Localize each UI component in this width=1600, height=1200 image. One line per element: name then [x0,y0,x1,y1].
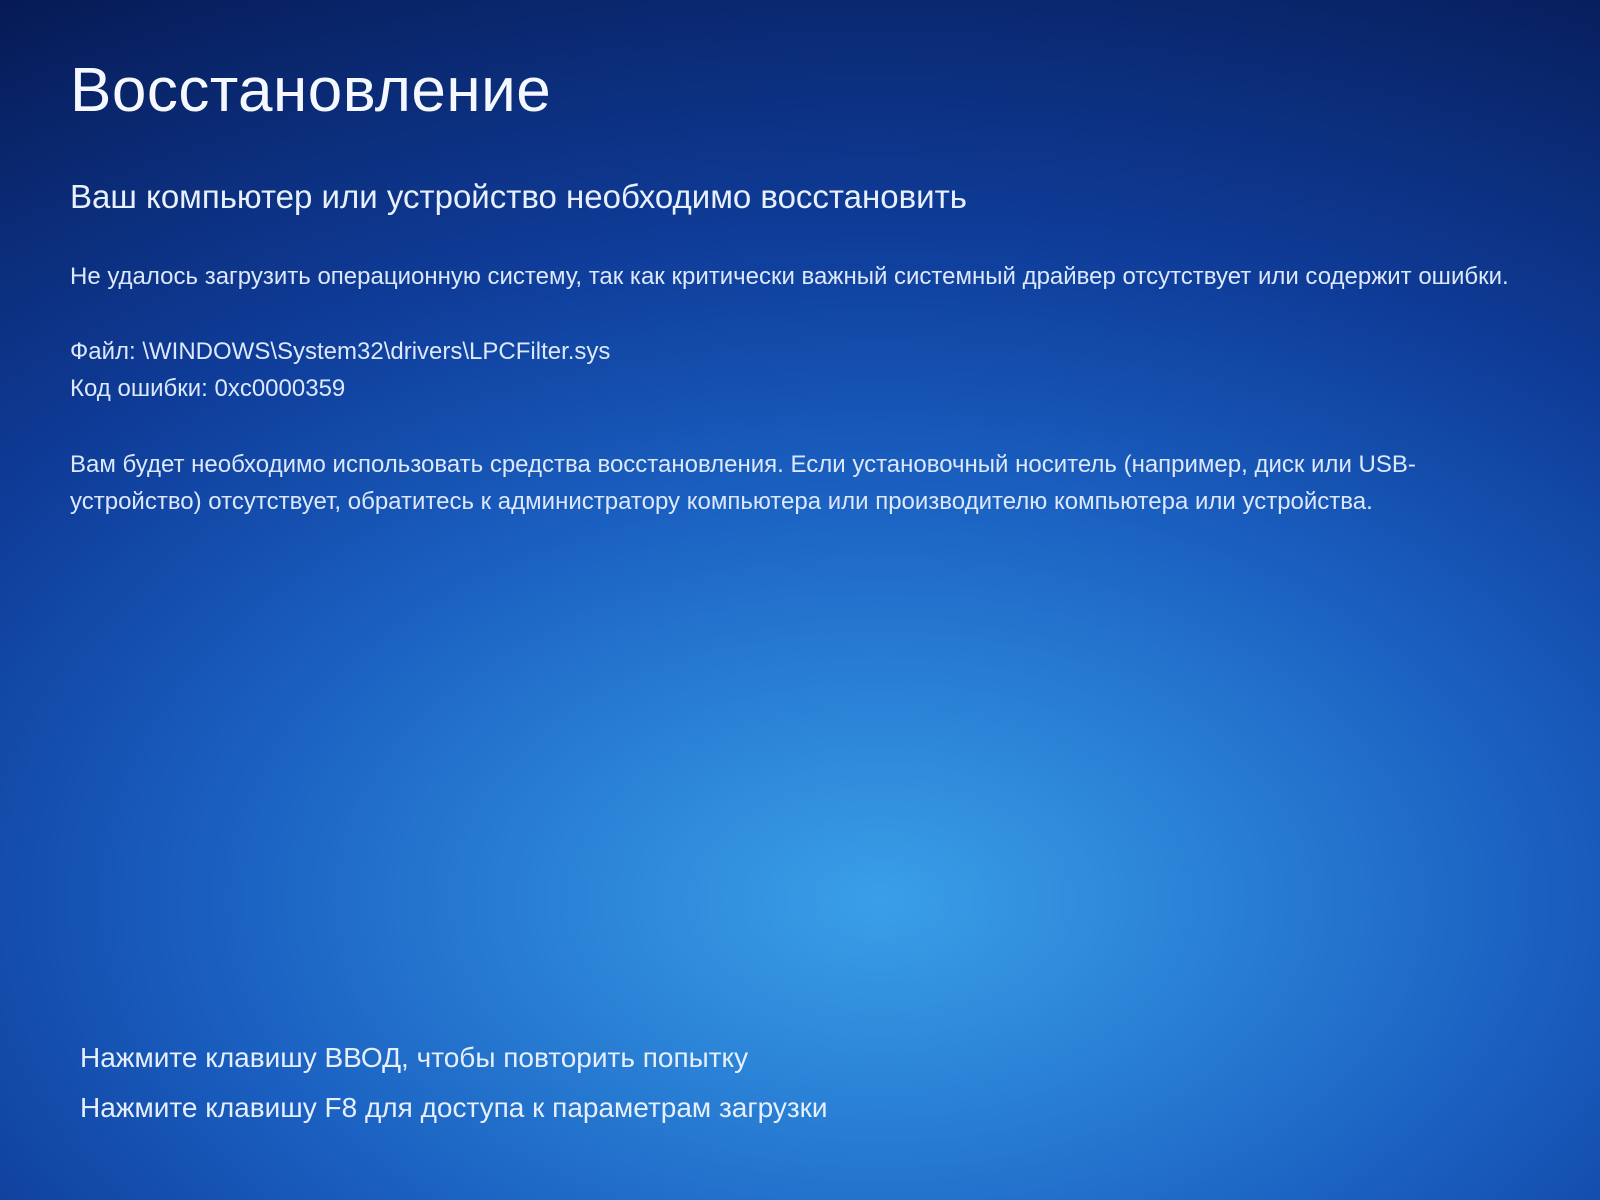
hint-enter-retry: Нажмите клавишу ВВОД, чтобы повторить по… [80,1036,1540,1079]
error-code-label: Код ошибки: [70,375,208,402]
error-code-line: Код ошибки: 0xc0000359 [70,370,1540,407]
page-title: Восстановление [70,55,1540,126]
page-subtitle: Ваш компьютер или устройство необходимо … [70,178,1540,216]
file-path: \WINDOWS\System32\drivers\LPCFilter.sys [142,338,610,365]
hint-f8-boot-options: Нажмите клавишу F8 для доступа к парамет… [80,1086,1540,1129]
error-details: Файл: \WINDOWS\System32\drivers\LPCFilte… [70,333,1540,407]
error-description: Не удалось загрузить операционную систем… [70,258,1530,295]
file-label: Файл: [70,338,136,365]
file-line: Файл: \WINDOWS\System32\drivers\LPCFilte… [70,333,1540,370]
footer-hints: Нажмите клавишу ВВОД, чтобы повторить по… [80,1036,1540,1135]
error-code-value: 0xc0000359 [214,375,345,402]
recovery-instruction: Вам будет необходимо использовать средст… [70,446,1530,520]
recovery-screen: Восстановление Ваш компьютер или устройс… [70,55,1540,520]
